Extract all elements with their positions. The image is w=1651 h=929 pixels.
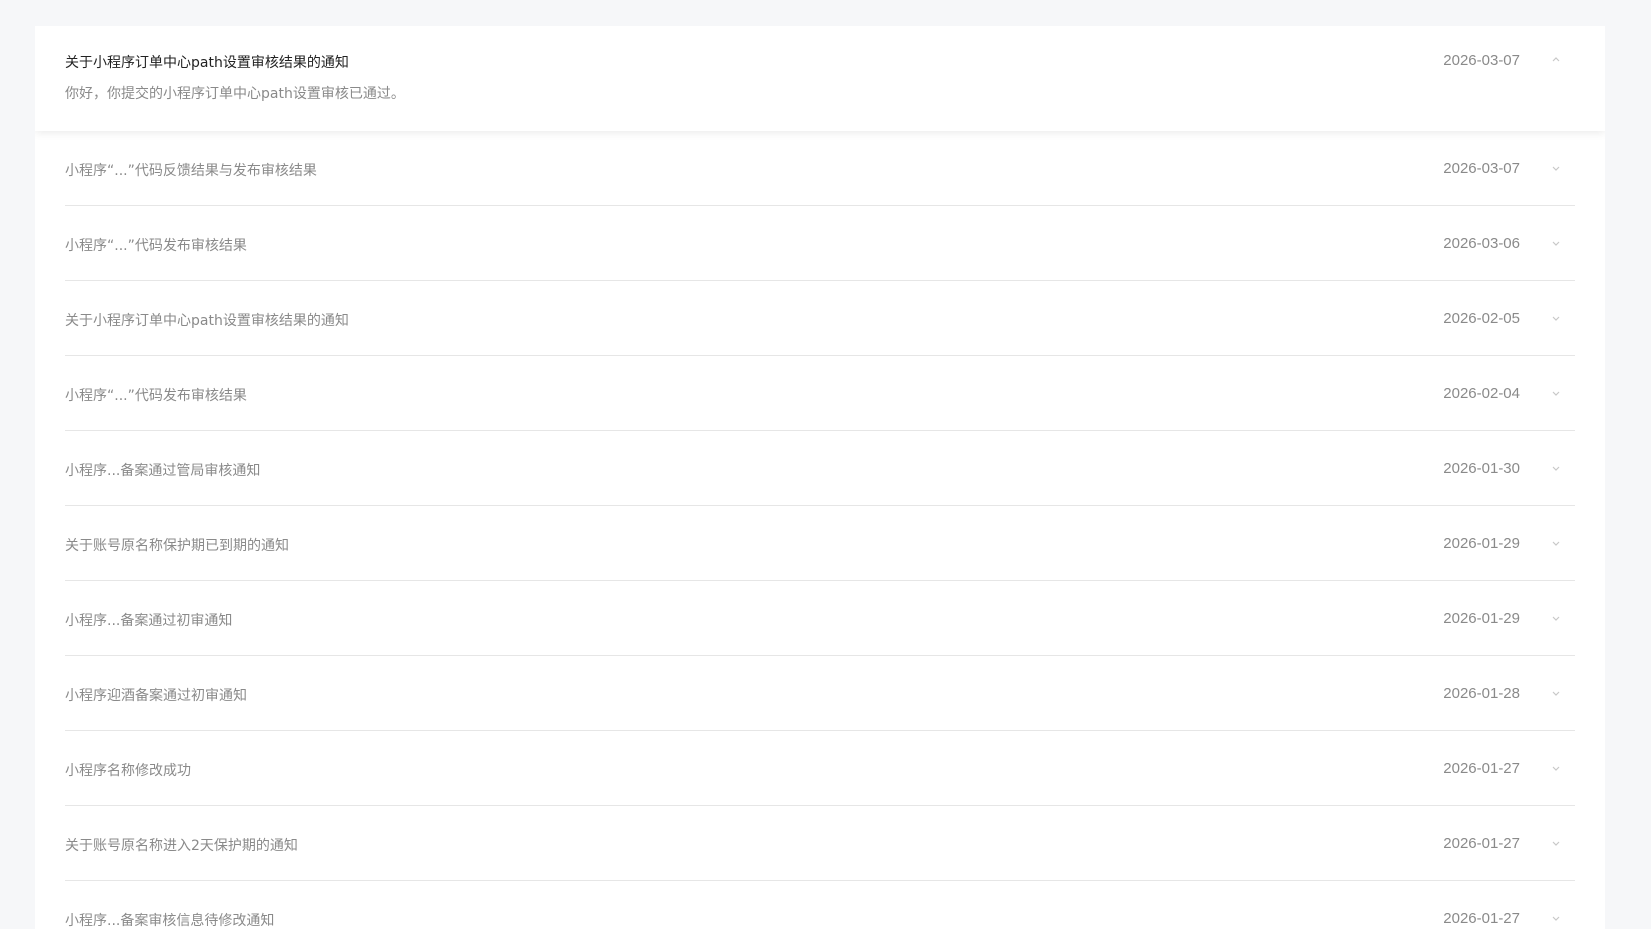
chevron-down-icon[interactable] [1552,689,1560,697]
notification-date: 2026-03-07 [1443,160,1520,177]
notification-list: 小程序“...”代码反馈结果与发布审核结果 2026-03-07 小程序“...… [35,131,1605,929]
notification-date: 2026-01-27 [1443,910,1520,927]
notification-title: 小程序迎酒备案通过初审通知 [65,688,247,704]
notification-item[interactable]: 关于账号原名称进入2天保护期的通知 2026-01-27 [65,806,1575,881]
notification-item[interactable]: 小程序“...”代码反馈结果与发布审核结果 2026-03-07 [65,131,1575,206]
notification-item[interactable]: 关于小程序订单中心path设置审核结果的通知 2026-02-05 [65,281,1575,356]
notification-item[interactable]: 小程序“...”代码发布审核结果 2026-02-04 [65,356,1575,431]
chevron-down-icon[interactable] [1552,239,1560,247]
notification-item[interactable]: 关于账号原名称保护期已到期的通知 2026-01-29 [65,506,1575,581]
notification-title: 小程序...备案通过管局审核通知 [65,463,261,479]
notification-date: 2026-01-30 [1443,460,1520,477]
notification-title: 小程序...备案审核信息待修改通知 [65,913,275,929]
notification-title: 关于账号原名称保护期已到期的通知 [65,538,289,554]
notification-date: 2026-02-04 [1443,385,1520,402]
notification-item[interactable]: 小程序“...”代码发布审核结果 2026-03-06 [65,206,1575,281]
notification-title: 小程序“...”代码发布审核结果 [65,238,247,254]
notification-item[interactable]: 小程序名称修改成功 2026-01-27 [65,731,1575,806]
notification-panel: 关于小程序订单中心path设置审核结果的通知 你好，你提交的小程序订单中心pat… [35,26,1605,929]
notification-date: 2026-01-28 [1443,685,1520,702]
notification-title: 关于小程序订单中心path设置审核结果的通知 [65,313,349,329]
chevron-down-icon[interactable] [1552,614,1560,622]
chevron-up-icon[interactable] [1552,56,1560,64]
chevron-down-icon[interactable] [1552,839,1560,847]
chevron-down-icon[interactable] [1552,389,1560,397]
notification-date: 2026-03-07 [1443,52,1520,69]
chevron-down-icon[interactable] [1552,464,1560,472]
chevron-down-icon[interactable] [1552,764,1560,772]
notification-date: 2026-01-29 [1443,610,1520,627]
notification-date: 2026-02-05 [1443,310,1520,327]
notification-description: 你好，你提交的小程序订单中心path设置审核已通过。 [65,86,405,102]
notification-date: 2026-01-27 [1443,835,1520,852]
chevron-down-icon[interactable] [1552,539,1560,547]
notification-date: 2026-01-27 [1443,760,1520,777]
chevron-down-icon[interactable] [1552,164,1560,172]
notification-item[interactable]: 小程序...备案通过管局审核通知 2026-01-30 [65,431,1575,506]
notification-item-expanded[interactable]: 关于小程序订单中心path设置审核结果的通知 你好，你提交的小程序订单中心pat… [35,26,1605,131]
chevron-down-icon[interactable] [1552,914,1560,922]
notification-item[interactable]: 小程序...备案通过初审通知 2026-01-29 [65,581,1575,656]
chevron-down-icon[interactable] [1552,314,1560,322]
notification-title: 小程序...备案通过初审通知 [65,613,233,629]
notification-item[interactable]: 小程序...备案审核信息待修改通知 2026-01-27 [65,881,1575,929]
notification-title: 关于账号原名称进入2天保护期的通知 [65,838,298,854]
notification-item[interactable]: 小程序迎酒备案通过初审通知 2026-01-28 [65,656,1575,731]
notification-date: 2026-03-06 [1443,235,1520,252]
notification-date: 2026-01-29 [1443,535,1520,552]
notification-title: 小程序“...”代码反馈结果与发布审核结果 [65,163,317,179]
notification-title: 小程序名称修改成功 [65,763,191,779]
notification-title: 关于小程序订单中心path设置审核结果的通知 [65,55,349,71]
notification-title: 小程序“...”代码发布审核结果 [65,388,247,404]
